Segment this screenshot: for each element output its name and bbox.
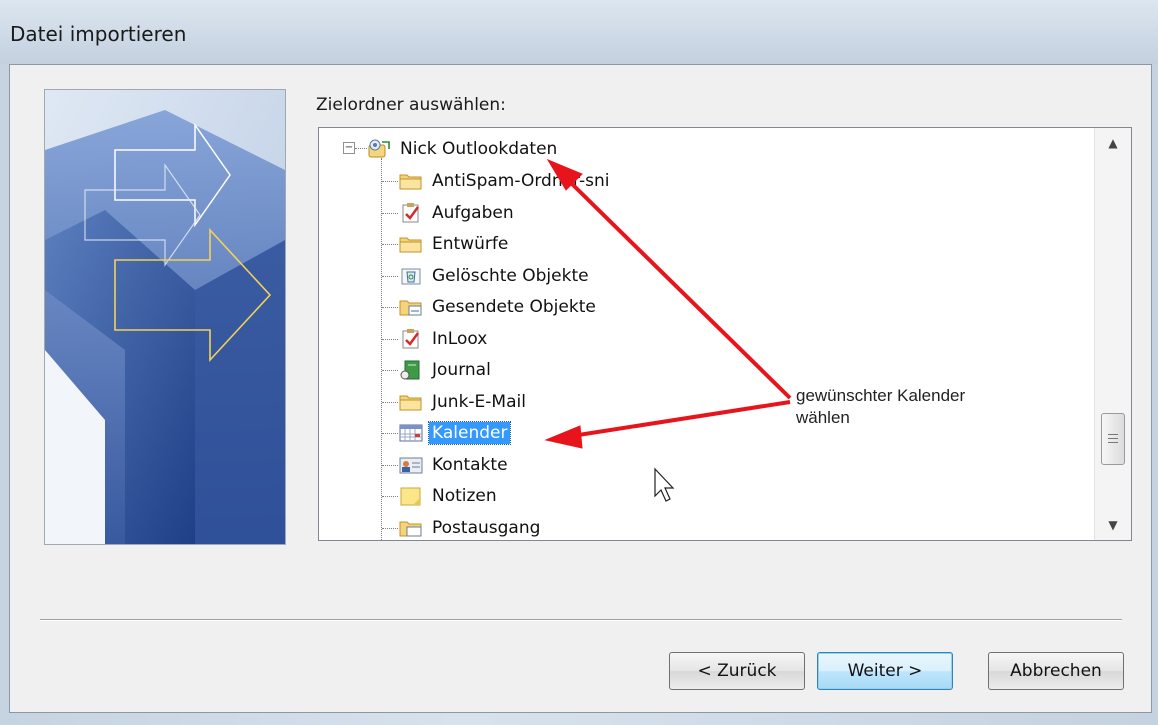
outlook-data-file-icon <box>367 139 391 159</box>
next-button[interactable]: Weiter > <box>817 652 953 690</box>
grip-line <box>1108 434 1118 435</box>
wizard-arrows-graphic <box>45 90 285 544</box>
scroll-down-arrow-icon[interactable]: ▼ <box>1095 510 1131 540</box>
tree-item[interactable]: Notizen <box>399 481 500 511</box>
collapse-toggle[interactable]: − <box>343 142 355 154</box>
tasks-icon <box>399 202 423 223</box>
sent-items-icon <box>399 297 423 317</box>
tree-connector <box>382 212 398 214</box>
tree-connector <box>382 338 398 340</box>
journal-icon <box>399 360 423 380</box>
notes-icon <box>399 486 423 506</box>
tree-item-label: InLoox <box>432 328 488 349</box>
tree-item-label: Postausgang <box>432 517 541 538</box>
tree-item-label: Gelöschte Objekte <box>432 265 589 286</box>
tree-connector <box>381 158 382 540</box>
tree-connector <box>382 527 398 529</box>
tree-item[interactable]: Aufgaben <box>399 198 517 228</box>
tree-item-label: Kalender <box>427 421 512 445</box>
deleted-items-icon <box>399 266 423 286</box>
annotation-callout: gewünschter Kalender wählen <box>796 385 965 429</box>
tree-item[interactable]: Postausgang <box>399 513 543 541</box>
folder-tree-view[interactable]: − Nick Outlookdaten AntiSpam-Ordner-sni A… <box>318 127 1132 541</box>
outbox-icon <box>399 518 423 538</box>
tree-item-label: Aufgaben <box>432 202 514 223</box>
tree-item[interactable]: Kalender <box>399 418 512 448</box>
contacts-icon <box>399 455 423 475</box>
tree-connector <box>382 181 398 182</box>
tree-item-label: Gesendete Objekte <box>432 297 596 317</box>
back-button[interactable]: < Zurück <box>669 652 805 690</box>
annotation-line-1: gewünschter Kalender <box>796 386 966 405</box>
calendar-icon <box>399 423 423 443</box>
tasks-icon <box>399 328 423 349</box>
grip-line <box>1108 438 1118 439</box>
tree-connector <box>355 148 367 149</box>
tree-connector <box>382 464 398 466</box>
tree-connector <box>382 496 398 497</box>
tree-root-label: Nick Outlookdaten <box>400 139 558 159</box>
tree-item[interactable]: Gesendete Objekte <box>399 292 599 322</box>
tree-connector <box>382 401 398 403</box>
tree-item-label: Junk-E-Mail <box>432 391 526 412</box>
tree-item-label: AntiSpam-Ordner-sni <box>432 171 610 191</box>
tree-root-item[interactable]: Nick Outlookdaten <box>367 134 560 164</box>
tree-item[interactable]: Kontakte <box>399 450 511 480</box>
tree-item-label: Notizen <box>432 486 497 506</box>
tree-connector <box>382 370 398 371</box>
annotation-line-2: wählen <box>796 408 850 427</box>
scroll-up-arrow-icon[interactable]: ▲ <box>1095 128 1131 158</box>
button-separator <box>40 619 1122 621</box>
tree-content: − Nick Outlookdaten AntiSpam-Ordner-sni A… <box>319 128 1089 540</box>
tree-item-label: Journal <box>432 360 491 380</box>
tree-item[interactable]: Journal <box>399 355 494 385</box>
grip-line <box>1108 442 1118 443</box>
tree-connector <box>382 275 398 277</box>
cancel-button[interactable]: Abbrechen <box>988 652 1124 690</box>
tree-item-label: Kontakte <box>432 454 508 475</box>
wizard-illustration <box>44 89 286 545</box>
tree-item[interactable]: AntiSpam-Ordner-sni <box>399 166 612 196</box>
target-folder-label: Zielordner auswählen: <box>316 95 506 115</box>
import-dialog-window: Datei importieren Zielordner auswählen: … <box>0 0 1158 725</box>
tree-item[interactable]: InLoox <box>399 324 490 354</box>
window-title: Datei importieren <box>10 22 187 46</box>
scrollbar-thumb[interactable] <box>1101 413 1125 465</box>
folder-icon <box>399 171 423 191</box>
tree-item[interactable]: Gelöschte Objekte <box>399 261 592 291</box>
tree-item[interactable]: Junk-E-Mail <box>399 387 529 417</box>
tree-item-label: Entwürfe <box>432 234 509 254</box>
tree-connector <box>382 433 398 434</box>
title-bar[interactable]: Datei importieren <box>0 0 1158 64</box>
dialog-client-area: Zielordner auswählen: − Nick Outlookdate… <box>9 64 1152 713</box>
tree-item[interactable]: Entwürfe <box>399 229 511 259</box>
tree-scrollbar[interactable]: ▲ ▼ <box>1094 128 1131 540</box>
tree-connector <box>382 307 398 308</box>
tree-connector <box>382 244 398 245</box>
folder-icon <box>399 392 423 412</box>
folder-icon <box>399 234 423 254</box>
